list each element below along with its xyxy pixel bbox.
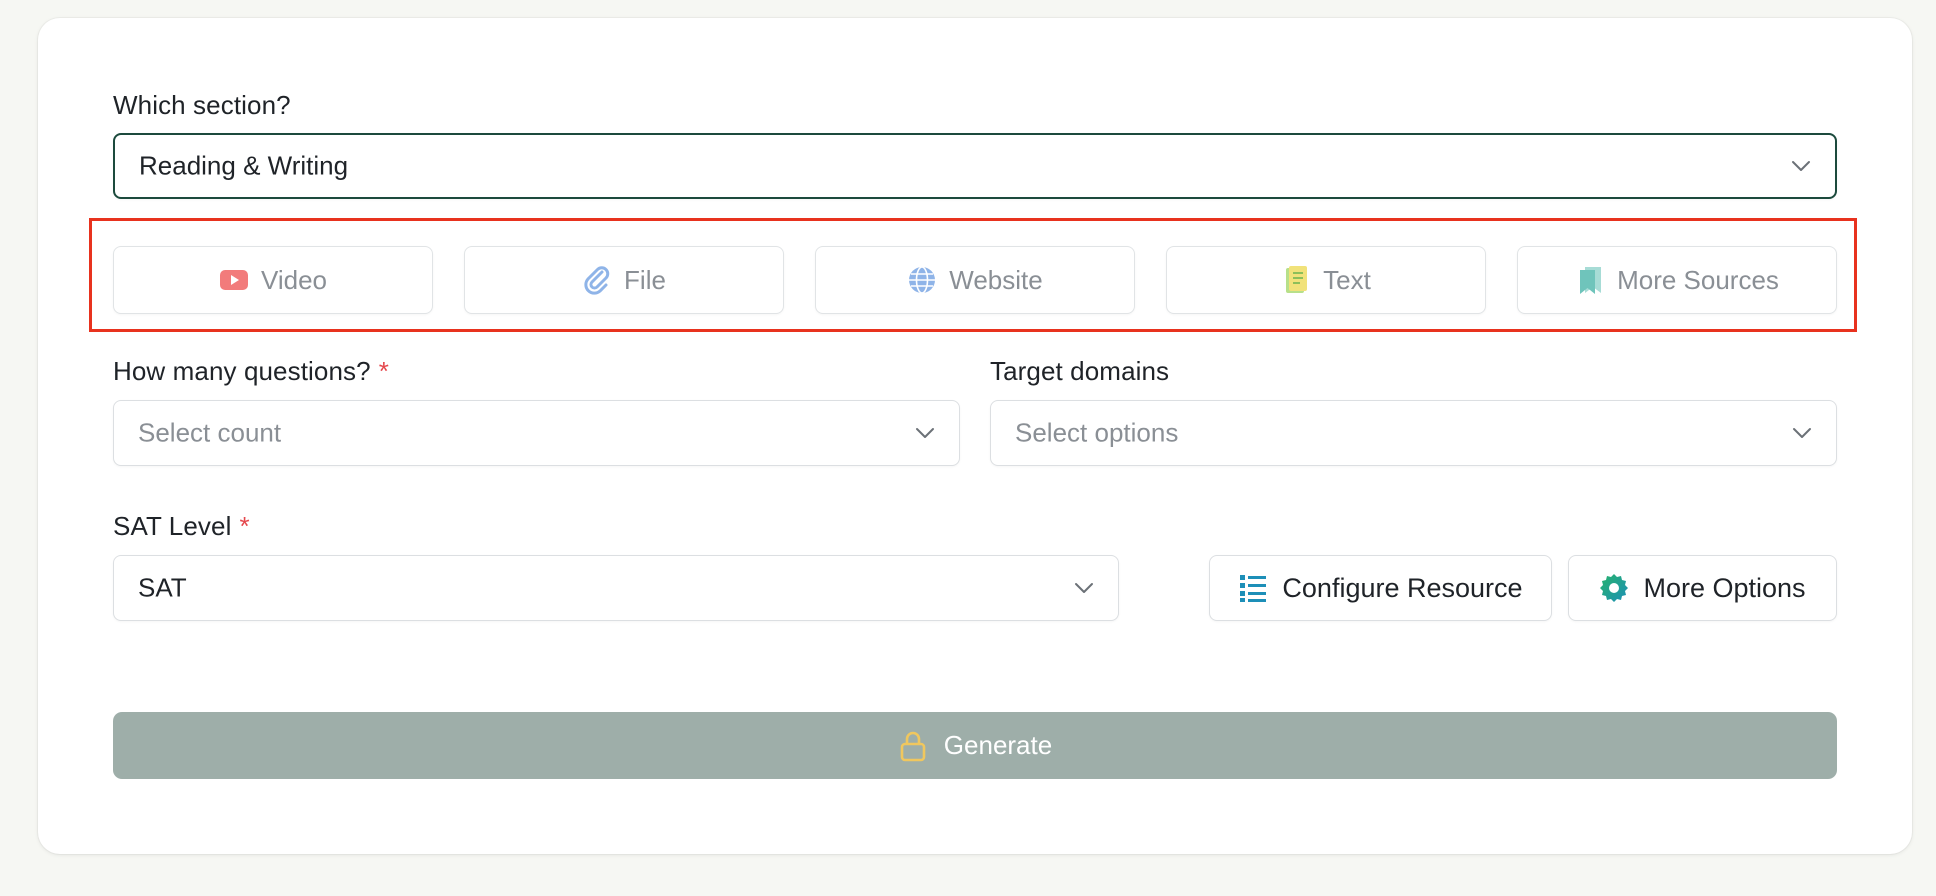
bookmark-icon [1580, 267, 1602, 294]
required-mark: * [378, 356, 389, 386]
gear-icon [1600, 574, 1629, 602]
section-select[interactable]: Reading & Writing [113, 133, 1837, 199]
chevron-down-icon [916, 428, 934, 438]
question-count-select[interactable]: Select count [113, 400, 960, 466]
file-source-button[interactable]: File [464, 246, 784, 314]
text-doc-icon [1286, 266, 1308, 293]
chevron-down-icon [1793, 428, 1811, 438]
generate-button[interactable]: Generate [113, 712, 1837, 779]
configure-resource-button[interactable]: Configure Resource [1209, 555, 1552, 621]
sat-level-label: SAT Level * [113, 511, 250, 542]
generate-label: Generate [943, 730, 1053, 760]
paperclip-icon [584, 266, 610, 295]
video-source-button[interactable]: Video [113, 246, 433, 314]
configure-resource-label: Configure Resource [1282, 572, 1523, 603]
required-mark: * [239, 511, 250, 541]
domains-label: Target domains [990, 356, 1170, 386]
sat-level-label-text: SAT Level [113, 511, 232, 541]
video-icon [219, 270, 248, 290]
more-options-label: More Options [1643, 572, 1806, 603]
chevron-down-icon [1075, 583, 1093, 593]
text-source-button[interactable]: Text [1166, 246, 1486, 314]
sat-level-value: SAT [138, 572, 187, 603]
file-source-label: File [624, 264, 666, 295]
globe-icon [909, 266, 936, 294]
section-label: Which section? [113, 90, 291, 120]
more-sources-button[interactable]: More Sources [1517, 246, 1837, 314]
website-source-label: Website [949, 264, 1043, 295]
questions-label-text: How many questions? [113, 356, 371, 386]
target-domains-placeholder: Select options [1015, 417, 1179, 448]
questions-label: How many questions? * [113, 356, 389, 387]
more-options-button[interactable]: More Options [1568, 555, 1837, 621]
text-source-label: Text [1323, 264, 1371, 295]
chevron-down-icon [1792, 161, 1810, 171]
video-source-label: Video [260, 264, 328, 295]
more-sources-label: More Sources [1617, 264, 1779, 295]
lock-icon [900, 731, 926, 761]
website-source-button[interactable]: Website [815, 246, 1135, 314]
target-domains-select[interactable]: Select options [990, 400, 1837, 466]
question-count-placeholder: Select count [138, 417, 282, 448]
list-icon [1240, 575, 1267, 602]
sat-level-select[interactable]: SAT [113, 555, 1119, 621]
section-select-value: Reading & Writing [139, 150, 349, 181]
